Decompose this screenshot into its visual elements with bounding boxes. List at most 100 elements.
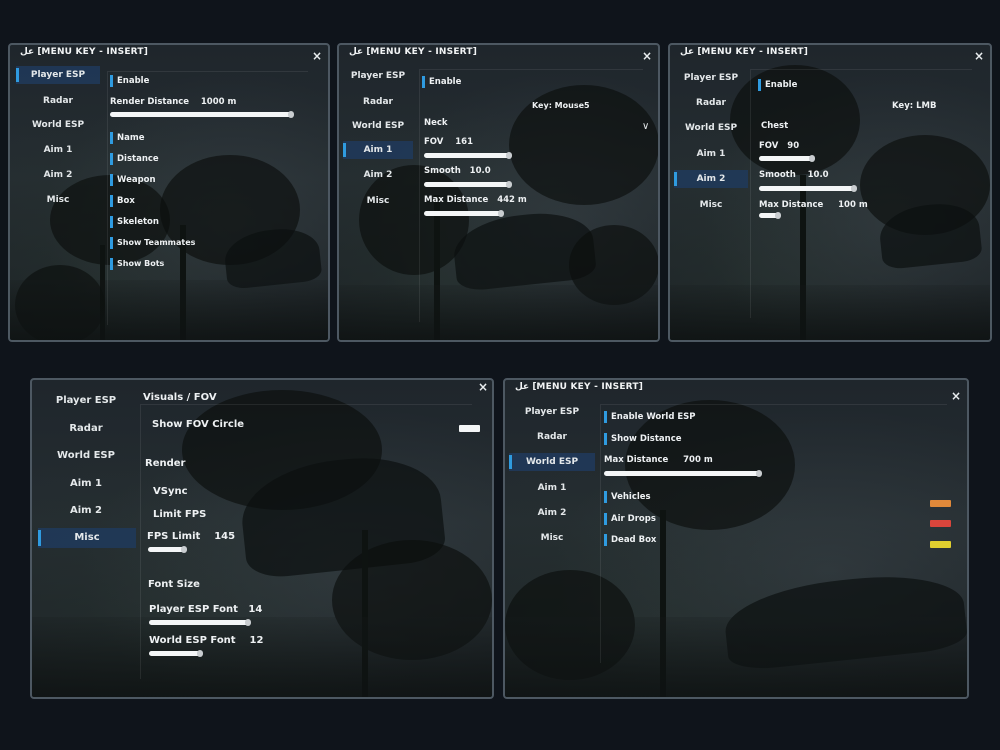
close-icon[interactable]: × — [974, 50, 984, 62]
fov-value: 161 — [455, 137, 473, 147]
fps-limit-slider[interactable] — [148, 546, 187, 553]
nav-misc[interactable]: Misc — [509, 529, 595, 547]
aim-key-label[interactable]: Key: LMB — [892, 100, 936, 112]
nav-world-esp[interactable]: World ESP — [38, 447, 134, 465]
nav-player-esp[interactable]: Player ESP — [509, 403, 595, 421]
max-distance-slider[interactable] — [424, 210, 504, 217]
player-esp-font-label-text: Player ESP Font — [149, 604, 238, 615]
aim-2-window: عل [MENU KEY - INSERT] × Player ESP Rada… — [668, 43, 992, 342]
show-fov-circle-label[interactable]: Show FOV Circle — [152, 418, 244, 431]
close-icon[interactable]: × — [951, 390, 961, 402]
enable-checkbox[interactable]: Enable — [110, 75, 149, 87]
world-esp-window: عل [MENU KEY - INSERT] × Player ESP Rada… — [503, 378, 969, 699]
nav-aim-1[interactable]: Aim 1 — [674, 145, 748, 163]
aim-bone-select[interactable]: Chest — [761, 120, 788, 132]
dead-box-color-swatch[interactable] — [930, 541, 951, 548]
vehicles-checkbox[interactable]: Vehicles — [604, 491, 651, 503]
fov-label: FOV 161 — [424, 136, 473, 148]
option-name[interactable]: Name — [110, 132, 144, 144]
slider-knob[interactable] — [775, 212, 781, 219]
player-esp-font-slider[interactable] — [149, 619, 251, 626]
option-distance[interactable]: Distance — [110, 153, 159, 165]
max-distance-slider[interactable] — [759, 212, 781, 219]
max-distance-slider[interactable] — [604, 470, 762, 477]
slider-knob[interactable] — [756, 470, 762, 477]
nav-radar[interactable]: Radar — [343, 93, 413, 111]
slider-knob[interactable] — [498, 210, 504, 217]
air-drops-checkbox[interactable]: Air Drops — [604, 513, 656, 525]
visuals-fov-header: Visuals / FOV — [143, 392, 217, 403]
slider-knob[interactable] — [245, 619, 251, 626]
render-distance-label: Render Distance 1000 m — [110, 96, 236, 108]
close-icon[interactable]: × — [642, 50, 652, 62]
enable-world-esp-checkbox[interactable]: Enable World ESP — [604, 411, 696, 423]
smooth-slider[interactable] — [759, 185, 857, 192]
fov-label: FOV 90 — [759, 140, 799, 152]
render-distance-slider[interactable] — [110, 111, 294, 118]
aim-bone-select[interactable]: Neck — [424, 117, 448, 129]
nav-aim-2[interactable]: Aim 2 — [509, 504, 595, 522]
slider-knob[interactable] — [809, 155, 815, 162]
nav-aim-2[interactable]: Aim 2 — [343, 166, 413, 184]
aim-1-window: عل [MENU KEY - INSERT] × Player ESP Rada… — [337, 43, 660, 342]
nav-aim-2[interactable]: Aim 2 — [16, 166, 100, 184]
nav-radar[interactable]: Radar — [38, 420, 134, 438]
enable-checkbox[interactable]: Enable — [422, 76, 461, 88]
nav-world-esp[interactable]: World ESP — [674, 119, 748, 137]
dead-box-checkbox[interactable]: Dead Box — [604, 534, 656, 546]
nav-radar[interactable]: Radar — [509, 428, 595, 446]
misc-window: × Player ESP Radar World ESP Aim 1 Aim 2… — [30, 378, 494, 699]
nav-world-esp[interactable]: World ESP — [16, 116, 100, 134]
fov-slider[interactable] — [759, 155, 815, 162]
option-weapon[interactable]: Weapon — [110, 174, 156, 186]
max-distance-label-text: Max Distance — [604, 455, 669, 465]
chevron-down-icon[interactable]: ∨ — [642, 121, 649, 132]
close-icon[interactable]: × — [312, 50, 322, 62]
option-show-teammates[interactable]: Show Teammates — [110, 237, 195, 249]
fov-slider[interactable] — [424, 152, 512, 159]
nav-aim-2[interactable]: Aim 2 — [674, 170, 748, 188]
nav-world-esp[interactable]: World ESP — [343, 117, 413, 135]
nav-player-esp[interactable]: Player ESP — [16, 66, 100, 84]
aim-key-label[interactable]: Key: Mouse5 — [532, 100, 590, 112]
nav-world-esp[interactable]: World ESP — [509, 453, 595, 471]
option-show-bots[interactable]: Show Bots — [110, 258, 164, 270]
nav-aim-1[interactable]: Aim 1 — [38, 475, 134, 493]
slider-knob[interactable] — [288, 111, 294, 118]
nav-misc[interactable]: Misc — [674, 196, 748, 214]
vehicles-color-swatch[interactable] — [930, 500, 951, 507]
render-distance-value: 1000 m — [200, 97, 237, 107]
slider-knob[interactable] — [506, 181, 512, 188]
smooth-slider[interactable] — [424, 181, 512, 188]
option-skeleton[interactable]: Skeleton — [110, 216, 159, 228]
player-esp-font-label: Player ESP Font 14 — [149, 603, 262, 616]
nav-misc[interactable]: Misc — [343, 192, 413, 210]
nav-player-esp[interactable]: Player ESP — [38, 392, 134, 410]
nav-misc[interactable]: Misc — [38, 528, 136, 548]
nav-aim-1[interactable]: Aim 1 — [509, 479, 595, 497]
option-box[interactable]: Box — [110, 195, 135, 207]
close-icon[interactable]: × — [478, 381, 488, 393]
vsync-toggle[interactable]: VSync — [153, 485, 188, 498]
slider-knob[interactable] — [197, 650, 203, 657]
slider-knob[interactable] — [181, 546, 187, 553]
nav-aim-1[interactable]: Aim 1 — [343, 141, 413, 159]
slider-knob[interactable] — [851, 185, 857, 192]
nav-aim-2[interactable]: Aim 2 — [38, 502, 134, 520]
nav-radar[interactable]: Radar — [16, 92, 100, 110]
slider-knob[interactable] — [506, 152, 512, 159]
show-distance-checkbox[interactable]: Show Distance — [604, 433, 682, 445]
nav-player-esp[interactable]: Player ESP — [343, 67, 413, 85]
limit-fps-toggle[interactable]: Limit FPS — [153, 508, 206, 521]
air-drops-color-swatch[interactable] — [930, 520, 951, 527]
fps-limit-label: FPS Limit 145 — [147, 530, 235, 543]
nav-aim-1[interactable]: Aim 1 — [16, 141, 100, 159]
font-size-header: Font Size — [148, 579, 200, 590]
world-esp-font-slider[interactable] — [149, 650, 203, 657]
fov-circle-color-swatch[interactable] — [459, 425, 480, 432]
smooth-label: Smooth 10.0 — [424, 165, 491, 177]
enable-checkbox[interactable]: Enable — [758, 79, 797, 91]
nav-misc[interactable]: Misc — [16, 191, 100, 209]
nav-radar[interactable]: Radar — [674, 94, 748, 112]
nav-player-esp[interactable]: Player ESP — [674, 69, 748, 87]
